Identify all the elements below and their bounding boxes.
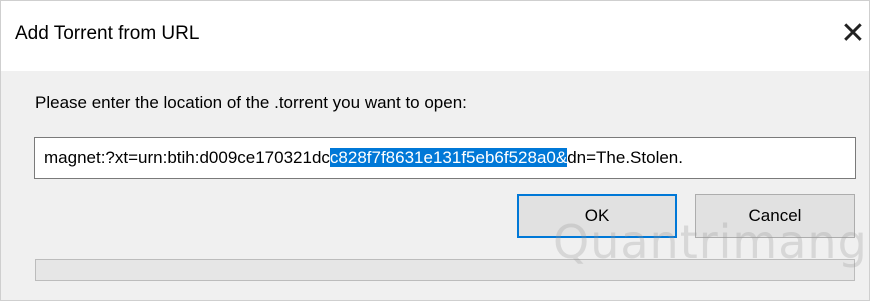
url-text-unselected-end: dn=The.Stolen. bbox=[567, 148, 683, 167]
url-input[interactable]: magnet:?xt=urn:btih:d009ce170321dcc828f7… bbox=[34, 137, 856, 179]
close-icon[interactable]: ✕ bbox=[839, 17, 867, 51]
url-prompt-label: Please enter the location of the .torren… bbox=[35, 93, 467, 112]
ok-button[interactable]: OK bbox=[517, 194, 677, 238]
dialog-title: Add Torrent from URL bbox=[15, 23, 200, 44]
cancel-button[interactable]: Cancel bbox=[695, 194, 855, 238]
add-torrent-dialog: Add Torrent from URL ✕ Please enter the … bbox=[0, 0, 870, 301]
progress-bar bbox=[35, 259, 855, 281]
url-input-text: magnet:?xt=urn:btih:d009ce170321dcc828f7… bbox=[44, 148, 683, 168]
title-bar: Add Torrent from URL ✕ bbox=[1, 1, 869, 71]
url-text-unselected-start: magnet:?xt=urn:btih:d009ce170321dc bbox=[44, 148, 330, 167]
url-text-selection: c828f7f8631e131f5eb6f528a0& bbox=[329, 148, 568, 167]
